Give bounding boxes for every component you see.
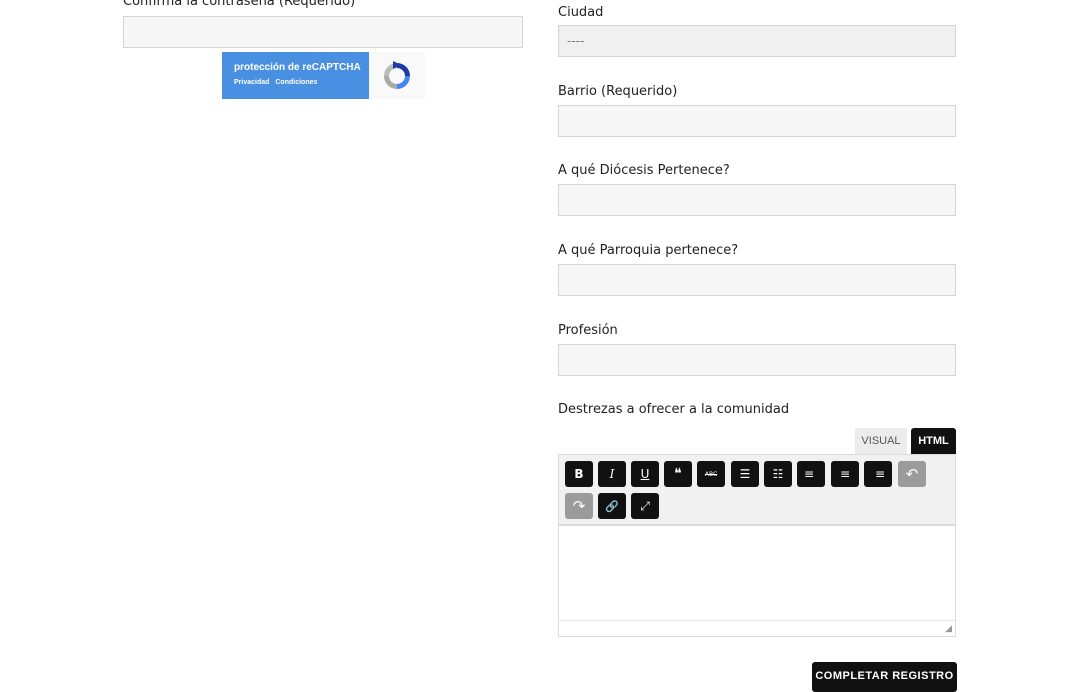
blockquote-icon[interactable]: ❝ xyxy=(664,461,692,487)
barrio-input[interactable] xyxy=(558,105,956,137)
recaptcha-text-panel: protección de reCAPTCHA Privacidad Condi… xyxy=(222,52,369,99)
redo-icon[interactable]: ↷ xyxy=(565,493,593,519)
profesion-input[interactable] xyxy=(558,344,956,376)
complete-registration-button[interactable]: COMPLETAR REGISTRO xyxy=(812,662,957,692)
barrio-label: Barrio (Requerido) xyxy=(558,84,678,99)
diocesis-input[interactable] xyxy=(558,184,956,216)
resize-handle-icon[interactable]: ◢ xyxy=(945,623,952,634)
align-left-icon[interactable]: ≡ xyxy=(797,461,825,487)
ciudad-select[interactable]: ---- xyxy=(558,25,956,57)
bullet-list-icon[interactable]: ☰ xyxy=(731,461,759,487)
parroquia-input[interactable] xyxy=(558,264,956,296)
diocesis-label: A qué Diócesis Pertenece? xyxy=(558,163,730,178)
textarea-statusbar: ◢ xyxy=(559,620,955,636)
recaptcha-logo-icon xyxy=(369,52,425,99)
bold-icon[interactable]: B xyxy=(565,461,593,487)
link-icon[interactable]: 🔗 xyxy=(598,493,626,519)
recaptcha-privacy-link[interactable]: Privacidad xyxy=(234,79,269,86)
strikethrough-icon[interactable]: ABC xyxy=(697,461,725,487)
tab-html[interactable]: HTML xyxy=(911,428,956,454)
undo-icon[interactable]: ↶ xyxy=(898,461,926,487)
profesion-label: Profesión xyxy=(558,323,618,338)
recaptcha-terms-link[interactable]: Condiciones xyxy=(275,79,317,86)
align-right-icon[interactable]: ≡ xyxy=(864,461,892,487)
destrezas-label: Destrezas a ofrecer a la comunidad xyxy=(558,402,790,417)
italic-icon[interactable]: I xyxy=(598,461,626,487)
align-center-icon[interactable]: ≡ xyxy=(831,461,859,487)
numbered-list-icon[interactable]: ☷ xyxy=(764,461,792,487)
editor-toolbar: B I U ❝ ABC ☰ ☷ ≡ ≡ ≡ ↶ ↷ 🔗 ⤢ xyxy=(558,454,956,525)
confirm-password-label: Confirma la contraseña (Requerido) xyxy=(123,0,356,9)
recaptcha-title: protección de reCAPTCHA xyxy=(234,62,361,73)
confirm-password-input[interactable] xyxy=(123,16,523,48)
recaptcha-badge[interactable]: protección de reCAPTCHA Privacidad Condi… xyxy=(222,52,425,99)
destrezas-textarea[interactable]: ◢ xyxy=(558,525,956,637)
recaptcha-links: Privacidad Condiciones xyxy=(234,79,369,86)
fullscreen-icon[interactable]: ⤢ xyxy=(631,493,659,519)
underline-icon[interactable]: U xyxy=(631,461,659,487)
ciudad-label: Ciudad xyxy=(558,5,604,20)
parroquia-label: A qué Parroquia pertenece? xyxy=(558,243,739,258)
tab-visual[interactable]: VISUAL xyxy=(855,428,907,454)
